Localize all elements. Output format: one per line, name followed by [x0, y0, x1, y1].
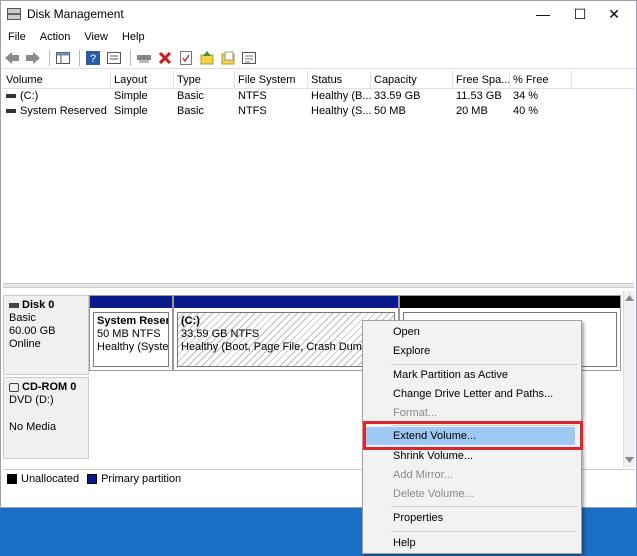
- type-cell: Basic: [177, 105, 204, 117]
- disk-0-label[interactable]: Disk 0 Basic 60.00 GB Online: [3, 295, 89, 375]
- folder-up-icon[interactable]: [198, 49, 216, 67]
- column-capacity[interactable]: Capacity: [371, 71, 453, 89]
- cdrom-icon: [9, 382, 19, 392]
- toolbar: ?: [1, 47, 636, 69]
- forward-arrow-icon[interactable]: [24, 49, 42, 67]
- menu-file[interactable]: File: [1, 31, 33, 43]
- column-volume[interactable]: Volume: [3, 71, 111, 89]
- toolbar-separator: [49, 49, 50, 66]
- properties-icon[interactable]: [105, 49, 123, 67]
- pane-splitter[interactable]: [3, 283, 634, 288]
- menu-open[interactable]: Open: [365, 323, 579, 342]
- volume-name-cell: System Reserved: [3, 104, 111, 119]
- disk-management-app-icon: [7, 8, 21, 20]
- toolbar-separator: [130, 49, 131, 66]
- menu-bar: File Action View Help: [1, 27, 636, 47]
- menu-help[interactable]: Help: [115, 31, 152, 43]
- column-type[interactable]: Type: [174, 71, 235, 89]
- menu-mark-partition-active[interactable]: Mark Partition as Active: [365, 366, 579, 385]
- volume-name: (C:): [20, 90, 39, 102]
- type-cell: Basic: [177, 90, 204, 102]
- status-cell: Healthy (B...: [311, 90, 371, 102]
- console-tree-icon[interactable]: [54, 49, 72, 67]
- list-view-icon[interactable]: [240, 49, 258, 67]
- file-system-cell: NTFS: [238, 105, 267, 117]
- menu-explore[interactable]: Explore: [365, 342, 579, 361]
- toolbar-separator: [79, 49, 80, 66]
- volume-row[interactable]: System Reserved Simple Basic NTFS Health…: [3, 104, 634, 119]
- disk-view-scrollbar[interactable]: [623, 291, 635, 467]
- percent-free-cell: 40 %: [513, 105, 539, 117]
- partition-name: (C:): [181, 315, 200, 327]
- primary-partition-bar: [90, 296, 172, 308]
- primary-partition-swatch: [87, 473, 98, 484]
- menu-delete-volume: Delete Volume...: [393, 488, 474, 500]
- menu-separator: [391, 506, 577, 507]
- cdrom-0-name: CD-ROM 0: [22, 381, 77, 393]
- capacity-cell: 33.59 GB: [374, 90, 421, 102]
- volume-row[interactable]: (C:) Simple Basic NTFS Healthy (B... 33.…: [3, 89, 634, 104]
- free-space-cell: 20 MB: [456, 105, 488, 117]
- column-layout[interactable]: Layout: [111, 71, 174, 89]
- menu-add-mirror: Add Mirror...: [393, 469, 453, 481]
- volume-icon: [6, 94, 16, 99]
- column-status[interactable]: Status: [308, 71, 371, 89]
- partition-size: 50 MB NTFS: [97, 328, 161, 340]
- back-arrow-icon[interactable]: [3, 49, 21, 67]
- legend-primary-partition: Primary partition: [101, 472, 182, 485]
- title-bar: Disk Management — ☐ ✕: [1, 1, 636, 27]
- partition-size: 33.59 GB NTFS: [181, 328, 260, 340]
- close-button[interactable]: ✕: [591, 1, 637, 27]
- check-icon[interactable]: [177, 49, 195, 67]
- cdrom-0-type: DVD (D:): [9, 394, 54, 406]
- cdrom-0-label[interactable]: CD-ROM 0 DVD (D:) No Media: [3, 377, 89, 459]
- file-system-cell: NTFS: [238, 90, 267, 102]
- unallocated-bar: [400, 296, 620, 308]
- menu-help[interactable]: Help: [365, 534, 579, 553]
- partition-name: System Reserv: [97, 315, 169, 327]
- layout-cell: Simple: [114, 105, 148, 117]
- disk-icon: [9, 302, 19, 308]
- window-title: Disk Management: [27, 7, 124, 21]
- status-cell: Healthy (S...: [311, 105, 371, 117]
- folder-open-icon[interactable]: [219, 49, 237, 67]
- delete-icon[interactable]: [156, 49, 174, 67]
- legend-unallocated: Unallocated: [21, 472, 80, 485]
- disk-0-type: Basic: [9, 312, 36, 324]
- partition-details: System Reserv 50 MB NTFS Healthy (Systen: [93, 312, 169, 367]
- column-file-system[interactable]: File System: [235, 71, 308, 89]
- volume-list: Volume Layout Type File System Status Ca…: [3, 71, 634, 281]
- cdrom-0-status: No Media: [9, 421, 57, 433]
- volume-name-cell: (C:): [3, 89, 111, 104]
- menu-separator: [391, 364, 577, 365]
- volume-name: System Reserved: [20, 105, 107, 117]
- volume-icon: [6, 109, 16, 114]
- menu-properties[interactable]: Properties: [365, 509, 579, 528]
- disk-0-name: Disk 0: [22, 299, 55, 311]
- extend-volume-highlight-box: [363, 421, 583, 450]
- help-icon[interactable]: ?: [84, 49, 102, 67]
- disk-0-status: Online: [9, 338, 41, 350]
- free-space-cell: 11.53 GB: [456, 90, 502, 102]
- menu-change-drive-letter[interactable]: Change Drive Letter and Paths...: [365, 385, 579, 404]
- disk-0-size: 60.00 GB: [9, 325, 56, 337]
- column-free-space[interactable]: Free Spa...: [453, 71, 510, 89]
- menu-action[interactable]: Action: [33, 31, 78, 43]
- menu-view[interactable]: View: [77, 31, 115, 43]
- capacity-cell: 50 MB: [374, 105, 406, 117]
- partition-system-reserved[interactable]: System Reserv 50 MB NTFS Healthy (Systen: [89, 295, 173, 371]
- partition-status: Healthy (Boot, Page File, Crash Dump, Pr: [181, 341, 386, 353]
- unallocated-swatch: [7, 473, 17, 484]
- column-percent-free[interactable]: % Free: [510, 71, 572, 89]
- menu-separator: [391, 531, 577, 532]
- connect-icon[interactable]: [135, 49, 153, 67]
- layout-cell: Simple: [114, 90, 148, 102]
- volume-list-header: Volume Layout Type File System Status Ca…: [3, 71, 634, 89]
- partition-status: Healthy (Systen: [97, 341, 169, 353]
- primary-partition-bar: [174, 296, 398, 308]
- svg-text:?: ?: [90, 53, 96, 65]
- percent-free-cell: 34 %: [513, 90, 539, 102]
